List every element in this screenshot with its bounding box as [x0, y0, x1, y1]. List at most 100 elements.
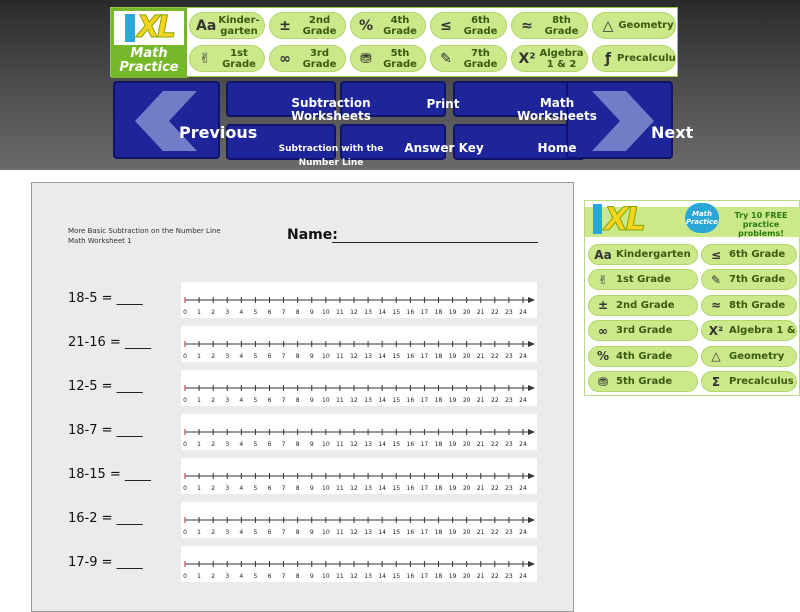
tick-label: 21 — [477, 529, 485, 536]
tick-label: 0 — [183, 485, 187, 492]
number-line: 0 1 2 3 4 5 6 7 8 9 10 11 12 13 14 15 16 17 18 19 20 21 22 23 24 — [181, 282, 537, 318]
ixl-logo-mark: XL — [593, 203, 647, 236]
tick-label: 7 — [282, 573, 286, 580]
tick-label: 18 — [435, 353, 443, 360]
tick-label: 17 — [421, 309, 429, 316]
tick-label: 16 — [407, 309, 415, 316]
tick-label: 6 — [268, 441, 272, 448]
grade-pill[interactable]: ƒ Precalculus — [592, 45, 676, 72]
ad-grade-pill[interactable]: Aa Kindergarten — [588, 244, 698, 265]
ad-grade-pill-label: Algebra 1 & 2 — [729, 325, 796, 337]
tick-label: 5 — [254, 309, 258, 316]
tick-label: 11 — [336, 573, 344, 580]
ad-grade-pill[interactable]: % 4th Grade — [588, 345, 698, 367]
grade-pill[interactable]: ✎ 7th Grade — [430, 45, 507, 72]
tick-label: 21 — [477, 573, 485, 580]
less-equal-icon: ≤ — [710, 247, 722, 262]
tick-label: 7 — [282, 309, 286, 316]
next-label: Next — [651, 123, 694, 142]
tick-label: 19 — [449, 529, 457, 536]
tick-label: 3 — [225, 309, 229, 316]
worksheet-subtitle: Math Worksheet 1 — [68, 237, 132, 245]
tick-label: 20 — [463, 353, 471, 360]
tick-label: 14 — [378, 397, 386, 404]
tick-label: 1 — [197, 529, 201, 536]
grade-pill[interactable]: % 4th Grade — [350, 12, 426, 39]
problem-text: 12-5 = ____ — [68, 379, 143, 394]
problem-text: 18-5 = ____ — [68, 291, 143, 306]
grade-pill[interactable]: △ Geometry — [592, 12, 676, 39]
grade-pill[interactable]: ±2nd Grade — [269, 12, 346, 39]
number-line: 0 1 2 3 4 5 6 7 8 9 10 11 12 13 14 15 16 17 18 19 20 21 22 23 24 — [181, 326, 537, 362]
ad-grade-pill[interactable]: ⛃ 5th Grade — [588, 371, 698, 392]
tick-label: 24 — [519, 441, 527, 448]
grade-pill-label: Precalculus — [617, 53, 676, 64]
tick-label: 13 — [364, 485, 372, 492]
grade-pill[interactable]: ✌ 1st Grade — [189, 45, 265, 72]
ad-grade-pill[interactable]: ✎ 7th Grade — [701, 269, 797, 291]
tick-label: 12 — [350, 529, 358, 536]
tick-label: 10 — [322, 441, 330, 448]
ad-grade-pill[interactable]: ✌ 1st Grade — [588, 269, 698, 291]
tick-label: 22 — [491, 353, 499, 360]
tick-label: 13 — [364, 529, 372, 536]
tick-label: 4 — [239, 485, 243, 492]
tick-label: 2 — [211, 353, 215, 360]
tick-label: 14 — [378, 353, 386, 360]
tick-label: 4 — [239, 309, 243, 316]
grade-pill-label: Algebra 1 & 2 — [539, 47, 584, 70]
tick-label: 1 — [197, 309, 201, 316]
ad-grade-pill[interactable]: △ Geometry — [701, 345, 797, 367]
number-line: 0 1 2 3 4 5 6 7 8 9 10 11 12 13 14 15 16 17 18 19 20 21 22 23 24 — [181, 414, 537, 450]
ad-grade-pill[interactable]: ±2nd Grade — [588, 294, 698, 316]
tick-label: 23 — [505, 397, 513, 404]
tick-label: 19 — [449, 397, 457, 404]
tick-label: 14 — [378, 309, 386, 316]
ad-grade-pill[interactable]: ≤6th Grade — [701, 244, 797, 265]
tick-label: 3 — [225, 529, 229, 536]
number-line: 0 1 2 3 4 5 6 7 8 9 10 11 12 13 14 15 16 17 18 19 20 21 22 23 24 — [181, 370, 537, 406]
ad-grade-pill-label: Geometry — [729, 350, 785, 362]
tick-label: 3 — [225, 573, 229, 580]
ixl-logo[interactable]: XL Math Practice — [111, 8, 187, 78]
tick-label: 17 — [421, 397, 429, 404]
tick-label: 12 — [350, 353, 358, 360]
grade-pill[interactable]: ⛃ 5th Grade — [350, 45, 426, 72]
grade-pill-label: Kinder- garten — [218, 14, 260, 37]
ad-grade-pill-label: 4th Grade — [616, 350, 673, 362]
grade-pill-label: 5th Grade — [383, 47, 417, 70]
grade-pill-label: Geometry — [618, 20, 674, 31]
tick-label: 11 — [336, 529, 344, 536]
tick-label: 18 — [435, 397, 443, 404]
tick-label: 6 — [268, 485, 272, 492]
tick-label: 24 — [519, 485, 527, 492]
ad-grade-pill-label: 1st Grade — [616, 274, 671, 286]
grade-pill[interactable]: X² Algebra 1 & 2 — [511, 45, 588, 72]
ixl-side-ad[interactable]: XL Math Practice Try 10 FREE practice pr… — [584, 200, 800, 396]
previous-button[interactable] — [113, 81, 220, 159]
ad-grade-pill[interactable]: Σ Precalculus — [701, 371, 797, 392]
tick-label: 14 — [378, 573, 386, 580]
tick-label: 23 — [505, 441, 513, 448]
ad-grade-pill-label: Precalculus — [729, 376, 794, 387]
grade-pill[interactable]: Aa Kinder- garten — [189, 12, 265, 39]
tick-label: 23 — [505, 529, 513, 536]
grade-pill[interactable]: ≈8th Grade — [511, 12, 588, 39]
tick-label: 10 — [322, 309, 330, 316]
grade-pill-label: 6th Grade — [463, 14, 498, 37]
tick-label: 21 — [477, 353, 485, 360]
tick-label: 0 — [183, 309, 187, 316]
grade-pill[interactable]: ≤6th Grade — [430, 12, 507, 39]
coins-icon: ⛃ — [597, 374, 609, 389]
free-practice-text[interactable]: Try 10 FREE practice problems! — [725, 211, 797, 238]
grade-pill[interactable]: ∞ 3rd Grade — [269, 45, 346, 72]
tick-label: 3 — [225, 353, 229, 360]
aa-icon: Aa — [196, 17, 217, 34]
tick-label: 4 — [239, 529, 243, 536]
tick-label: 7 — [282, 485, 286, 492]
tick-label: 6 — [268, 353, 272, 360]
ad-grade-pill[interactable]: X² Algebra 1 & 2 — [701, 320, 797, 342]
ixl-banner[interactable]: XL Math Practice Aa Kinder- garten ±2nd Gr… — [110, 7, 678, 78]
ad-grade-pill[interactable]: ≈8th Grade — [701, 294, 797, 316]
ad-grade-pill[interactable]: ∞ 3rd Grade — [588, 320, 698, 342]
